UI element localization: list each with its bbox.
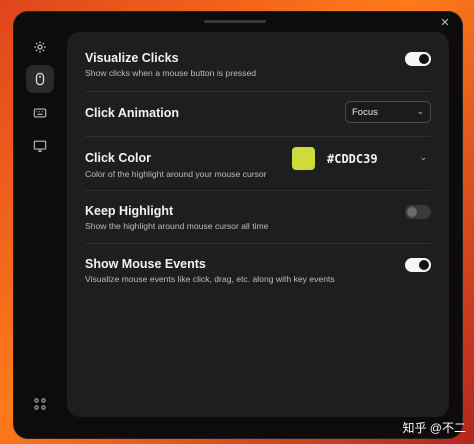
setting-show-mouse-events: Show Mouse Events Visualize mouse events… — [85, 244, 431, 314]
close-icon[interactable]: ✕ — [438, 16, 452, 30]
mouse-icon — [35, 72, 45, 86]
setting-title: Click Color — [85, 151, 151, 165]
setting-description: Color of the highlight around your mouse… — [85, 169, 267, 179]
setting-click-animation: Click Animation Focus ⌄ — [85, 91, 431, 137]
setting-description: Visualize mouse events like click, drag,… — [85, 274, 335, 284]
sidebar-item-keyboard[interactable] — [26, 99, 54, 127]
sidebar-item-mouse[interactable] — [26, 65, 54, 93]
setting-title: Visualize Clicks — [85, 51, 179, 65]
grid-icon[interactable] — [32, 396, 48, 412]
setting-title: Click Animation — [85, 106, 179, 120]
setting-description: Show clicks when a mouse button is press… — [85, 68, 257, 78]
chevron-updown-icon: ⌄ — [416, 106, 424, 116]
monitor-icon — [33, 140, 47, 152]
chevron-down-icon[interactable]: ⌄ — [419, 152, 427, 163]
click-animation-select[interactable]: Focus ⌄ — [345, 101, 431, 123]
setting-click-color: Click Color Color of the highlight aroun… — [85, 137, 431, 191]
keyboard-icon — [33, 108, 47, 118]
setting-keep-highlight: Keep Highlight Show the highlight around… — [85, 191, 431, 244]
color-hex-value: #CDDC39 — [327, 152, 378, 166]
settings-panel: Visualize Clicks Show clicks when a mous… — [67, 32, 449, 417]
color-swatch[interactable] — [292, 147, 315, 170]
show-mouse-events-toggle[interactable] — [405, 258, 431, 272]
app-window: ✕ Visualize Clicks Show clicks when a mo… — [14, 12, 462, 438]
setting-title: Show Mouse Events — [85, 257, 206, 271]
window-drag-handle[interactable] — [204, 20, 266, 23]
gear-icon — [34, 41, 46, 53]
select-value: Focus — [352, 107, 378, 118]
keep-highlight-toggle[interactable] — [405, 205, 431, 219]
setting-title: Keep Highlight — [85, 204, 174, 218]
setting-visualize-clicks: Visualize Clicks Show clicks when a mous… — [85, 32, 431, 92]
sidebar — [14, 12, 66, 438]
visualize-clicks-toggle[interactable] — [405, 52, 431, 66]
setting-description: Show the highlight around mouse cursor a… — [85, 221, 269, 231]
sidebar-item-display[interactable] — [26, 132, 54, 160]
watermark-text: 知乎 @不二 — [402, 421, 466, 435]
sidebar-item-general[interactable] — [26, 33, 54, 61]
